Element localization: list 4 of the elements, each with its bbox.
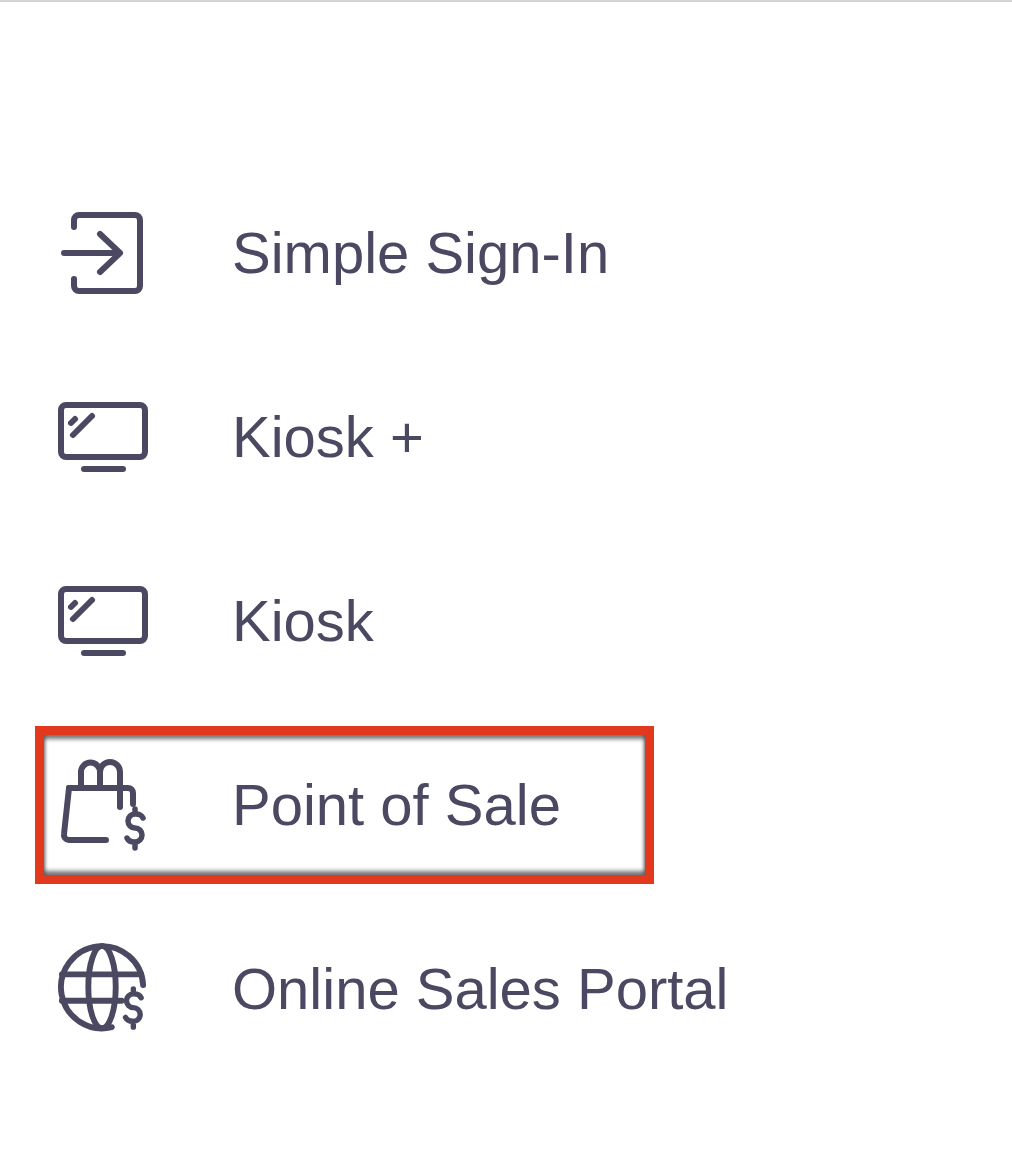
menu-item[interactable]: Point of Sale <box>35 726 654 884</box>
monitor-icon <box>57 401 149 473</box>
monitor-icon <box>57 585 149 657</box>
sign-in-icon <box>60 211 144 295</box>
